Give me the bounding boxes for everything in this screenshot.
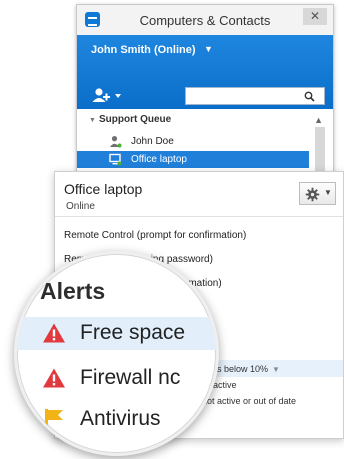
alert-label: Antivirus	[80, 407, 161, 430]
add-user-icon	[92, 88, 121, 102]
contact-name: John Doe	[131, 136, 174, 147]
scroll-up-icon[interactable]: ▲	[314, 115, 323, 125]
magnifier-lens: Alerts Free space Firewall nc Antivirus	[14, 251, 219, 456]
alert-rule-text: is below 10%	[215, 364, 269, 374]
alert-item-firewall[interactable]: Firewall nc	[17, 362, 216, 395]
contact-row-john-doe[interactable]: John Doe	[77, 133, 309, 150]
chevron-down-icon[interactable]: ▼	[272, 365, 280, 374]
account-dropdown-icon[interactable]: ▼	[204, 44, 213, 54]
flag-icon	[45, 409, 63, 429]
alert-rule-antivirus: not active or out of date	[202, 396, 297, 406]
action-remote-control-confirm[interactable]: Remote Control (prompt for confirmation)	[64, 230, 246, 241]
alert-item-antivirus[interactable]: Antivirus	[17, 403, 216, 436]
add-contact-button[interactable]	[91, 86, 131, 106]
close-button[interactable]: ✕	[303, 8, 327, 25]
computers-contacts-window: Computers & Contacts ✕ John Smith (Onlin…	[76, 4, 334, 194]
panel-title: Office laptop	[64, 181, 143, 197]
gear-icon	[305, 187, 320, 202]
panel-status: Online	[66, 201, 95, 212]
search-icon[interactable]	[304, 91, 315, 102]
alert-label: Free space	[80, 321, 186, 344]
computer-icon	[109, 153, 122, 166]
group-header[interactable]: Support Queue	[87, 114, 171, 125]
alert-rule-free-space[interactable]: is below 10% ▼	[215, 364, 280, 374]
contact-row-office-laptop[interactable]: Office laptop	[77, 151, 309, 168]
warning-icon	[43, 368, 65, 388]
group-name: Support Queue	[99, 114, 172, 125]
window-title: Computers & Contacts	[139, 13, 271, 28]
window-titlebar[interactable]: Computers & Contacts ✕	[77, 5, 333, 35]
alert-label: Firewall nc	[80, 366, 181, 389]
alert-item-free-space[interactable]: Free space	[17, 317, 216, 350]
account-name[interactable]: John Smith (Online)	[91, 44, 196, 56]
settings-menu-button[interactable]: ▼	[299, 182, 336, 205]
person-icon	[110, 136, 122, 148]
chevron-down-icon: ▼	[324, 188, 332, 197]
panel-divider	[55, 216, 343, 217]
warning-icon	[43, 323, 65, 343]
account-bar: John Smith (Online) ▼	[77, 35, 333, 109]
contact-name: Office laptop	[131, 154, 187, 165]
alerts-heading: Alerts	[40, 278, 106, 304]
